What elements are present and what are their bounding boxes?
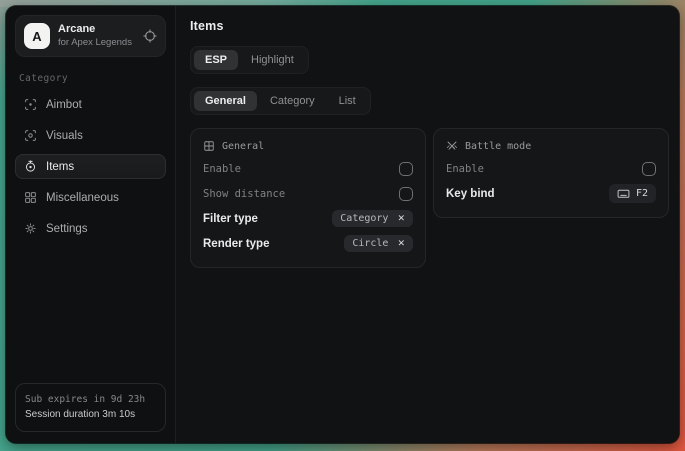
battle-enable-checkbox[interactable]: [642, 162, 656, 176]
sidebar-item-label: Aimbot: [46, 99, 82, 111]
brand-card: A Arcane for Apex Legends: [15, 15, 166, 57]
target-icon: [24, 160, 37, 173]
sidebar-item-miscellaneous[interactable]: Miscellaneous: [15, 185, 166, 210]
sidebar-item-aimbot[interactable]: Aimbot: [15, 92, 166, 117]
chip-value: Circle: [352, 238, 388, 249]
arcane-window: A Arcane for Apex Legends Category: [6, 6, 679, 443]
setting-row-enable: Enable: [203, 156, 413, 181]
sidebar: A Arcane for Apex Legends Category: [6, 6, 176, 443]
sidebar-item-label: Items: [46, 161, 74, 173]
tab-general[interactable]: General: [194, 91, 257, 111]
show-distance-checkbox[interactable]: [399, 187, 413, 201]
tab-esp[interactable]: ESP: [194, 50, 238, 70]
swords-icon: [446, 140, 458, 152]
mode-tab-group: ESP Highlight: [190, 46, 309, 74]
tab-highlight[interactable]: Highlight: [240, 50, 305, 70]
key-bind-button[interactable]: F2: [609, 184, 656, 203]
setting-label: Filter type: [203, 213, 258, 225]
key-bind-value: F2: [636, 188, 648, 199]
battle-mode-panel: Battle mode Enable Key bind: [433, 128, 669, 218]
setting-row-filter-type: Filter type Category ✕: [203, 206, 413, 231]
filter-type-chip[interactable]: Category ✕: [332, 210, 413, 227]
brand-meta: Arcane for Apex Legends: [58, 23, 135, 49]
sidebar-item-settings[interactable]: Settings: [15, 216, 166, 241]
sub-expiry-text: Sub expires in 9d 23h: [25, 392, 156, 407]
sidebar-item-label: Settings: [46, 223, 88, 235]
sidebar-item-items[interactable]: Items: [15, 154, 166, 179]
general-panel-header: General: [203, 140, 413, 152]
brand-name: Arcane: [58, 23, 135, 37]
tab-category[interactable]: Category: [259, 91, 326, 111]
enable-checkbox[interactable]: [399, 162, 413, 176]
sidebar-item-visuals[interactable]: Visuals: [15, 123, 166, 148]
brand-logo: A: [24, 23, 50, 49]
remove-icon[interactable]: ✕: [397, 238, 405, 249]
subscription-card: Sub expires in 9d 23h Session duration 3…: [15, 383, 166, 432]
sidebar-item-label: Miscellaneous: [46, 192, 119, 204]
battle-mode-panel-header: Battle mode: [446, 140, 656, 152]
tab-list[interactable]: List: [328, 91, 367, 111]
setting-label: Key bind: [446, 188, 495, 200]
setting-label: Enable: [446, 163, 484, 175]
general-panel: General Enable Show distance Filter type…: [190, 128, 426, 268]
scan-target-icon: [24, 98, 37, 111]
main-content: Items ESP Highlight General Category Lis…: [176, 6, 679, 443]
sidebar-item-label: Visuals: [46, 130, 83, 142]
setting-label: Enable: [203, 163, 241, 175]
setting-row-enable: Enable: [446, 156, 656, 181]
setting-label: Show distance: [203, 188, 285, 200]
setting-row-key-bind: Key bind F2: [446, 181, 656, 206]
setting-row-show-distance: Show distance: [203, 181, 413, 206]
brand-subtitle: for Apex Legends: [58, 37, 135, 49]
crosshair-icon[interactable]: [143, 29, 157, 43]
gear-icon: [24, 222, 37, 235]
sidebar-section-label: Category: [19, 73, 166, 84]
grid-icon: [24, 191, 37, 204]
panels-row: General Enable Show distance Filter type…: [190, 128, 669, 268]
grid-plus-icon: [203, 140, 215, 152]
desktop-background: A Arcane for Apex Legends Category: [0, 0, 685, 451]
session-duration-text: Session duration 3m 10s: [25, 407, 156, 423]
keyboard-icon: [617, 187, 630, 200]
general-panel-title: General: [222, 141, 264, 152]
render-type-chip[interactable]: Circle ✕: [344, 235, 413, 252]
setting-label: Render type: [203, 238, 269, 250]
setting-row-render-type: Render type Circle ✕: [203, 231, 413, 256]
chip-value: Category: [340, 213, 388, 224]
eye-icon: [24, 129, 37, 142]
battle-mode-panel-title: Battle mode: [465, 141, 531, 152]
page-title: Items: [190, 19, 669, 33]
remove-icon[interactable]: ✕: [397, 213, 405, 224]
view-tab-group: General Category List: [190, 87, 371, 115]
sidebar-nav: Aimbot Visuals: [15, 92, 166, 241]
